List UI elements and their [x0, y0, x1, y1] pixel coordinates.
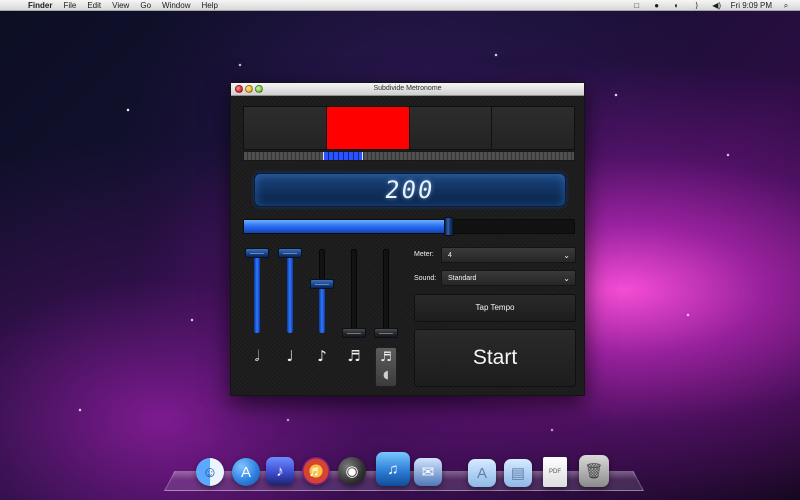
extra-subdivision-slider-knob[interactable] [374, 328, 398, 338]
beat-cell-4 [492, 107, 574, 149]
menu-file[interactable]: File [63, 0, 76, 11]
beat-cell-3 [409, 107, 493, 149]
quarter-note-slider-fill [287, 253, 293, 333]
half-note-slider-fill [254, 253, 260, 333]
wifi-icon[interactable]: ◐ [671, 1, 683, 11]
tempo-display: 200 [254, 173, 566, 207]
apple-icon[interactable] [5, 1, 17, 11]
meter-select-caret-icon: ⌄ [563, 251, 570, 260]
audio-app-icon[interactable]: ♬ [302, 457, 330, 485]
extra-subdivision-icon-button[interactable]: ♬ ◖ [375, 347, 397, 387]
start-button[interactable]: Start [414, 329, 576, 387]
mail-icon[interactable]: ✉ [414, 458, 442, 486]
half-note-slider-knob[interactable] [245, 248, 269, 258]
beat-indicator-panel [243, 106, 575, 150]
window-status-icon[interactable]: □ [631, 1, 643, 11]
quarter-note-slider-knob[interactable] [278, 248, 302, 258]
sixteenth-note-icon[interactable]: ♬ [342, 347, 366, 365]
menu-help[interactable]: Help [201, 0, 217, 11]
quarter-note-icon[interactable]: ♩ [278, 347, 302, 365]
sound-select-caret-icon: ⌄ [563, 274, 570, 283]
sound-value: Standard [448, 274, 477, 282]
menu-view[interactable]: View [112, 0, 129, 11]
applications-folder-icon[interactable]: A [468, 459, 496, 487]
tap-tempo-button[interactable]: Tap Tempo [414, 294, 576, 322]
volume-icon[interactable]: ◀) [711, 1, 723, 11]
documents-folder-icon[interactable]: ▤ [504, 459, 532, 487]
sixteenth-note-volume-slider[interactable] [342, 249, 366, 338]
dashboard-icon[interactable]: ◉ [338, 457, 366, 485]
tempo-value: 200 [383, 176, 437, 204]
eighth-note-volume-slider[interactable] [310, 249, 334, 333]
music-app-icon[interactable]: ♪ [266, 457, 294, 485]
finder-icon[interactable]: ☺ [196, 458, 224, 486]
tempo-slider[interactable] [243, 217, 575, 236]
app-store-icon[interactable]: A [232, 458, 260, 486]
active-subdivision-indicator [323, 152, 363, 160]
menu-go[interactable]: Go [140, 0, 151, 11]
extra-subdivision-volume-slider[interactable] [374, 249, 398, 338]
eighth-note-slider-fill [319, 284, 325, 333]
metronome-window: Subdivide Metronome 200 𝅗𝅥 ♩ ♪ ♬ ♬ ◖ Met… [230, 82, 585, 396]
window-titlebar[interactable]: Subdivide Metronome [231, 83, 584, 96]
sixteenth-note-slider-track [351, 249, 357, 333]
eighth-note-icon[interactable]: ♪ [310, 347, 334, 365]
half-note-icon[interactable]: 𝅗𝅥 [245, 347, 269, 365]
menu-bar: Finder File Edit View Go Window Help □ ●… [0, 0, 800, 11]
meter-select[interactable]: 4 ⌄ [441, 247, 576, 263]
extra-subdivision-note-icon: ♬ [380, 350, 392, 365]
menu-finder[interactable]: Finder [28, 0, 52, 11]
pdf-document-icon[interactable]: PDF [543, 457, 567, 487]
beat-cell-1 [244, 107, 327, 149]
half-note-volume-slider[interactable] [245, 248, 269, 333]
tempo-slider-knob[interactable] [444, 217, 454, 236]
eighth-note-slider-knob[interactable] [310, 279, 334, 289]
quarter-note-volume-slider[interactable] [278, 248, 302, 333]
sound-label: Sound: [414, 275, 437, 282]
menu-bar-right: □ ● ◐ ⟩ ◀) Fri 9:09 PM ⌕ [631, 0, 792, 11]
beat-cell-2 [326, 107, 410, 149]
bluetooth-icon[interactable]: ⟩ [691, 1, 703, 11]
trash-icon[interactable]: 🗑 [579, 455, 609, 487]
meter-value: 4 [448, 251, 452, 259]
metronome-icon: ◖ [383, 368, 389, 381]
subdivision-indicator-strip [243, 151, 575, 161]
window-title: Subdivide Metronome [373, 85, 442, 92]
tempo-slider-fill [244, 220, 449, 233]
meter-label: Meter: [414, 251, 434, 258]
metronome-app-icon[interactable]: ♫ [376, 452, 410, 486]
clock[interactable]: Fri 9:09 PM [731, 0, 772, 11]
menu-window[interactable]: Window [162, 0, 190, 11]
sixteenth-note-slider-knob[interactable] [342, 328, 366, 338]
menu-edit[interactable]: Edit [87, 0, 101, 11]
sound-select[interactable]: Standard ⌄ [441, 270, 576, 286]
spotlight-icon[interactable]: ⌕ [780, 1, 792, 11]
record-status-icon[interactable]: ● [651, 1, 663, 11]
menu-bar-left: Finder File Edit View Go Window Help [5, 0, 218, 11]
extra-subdivision-slider-track [383, 249, 389, 333]
